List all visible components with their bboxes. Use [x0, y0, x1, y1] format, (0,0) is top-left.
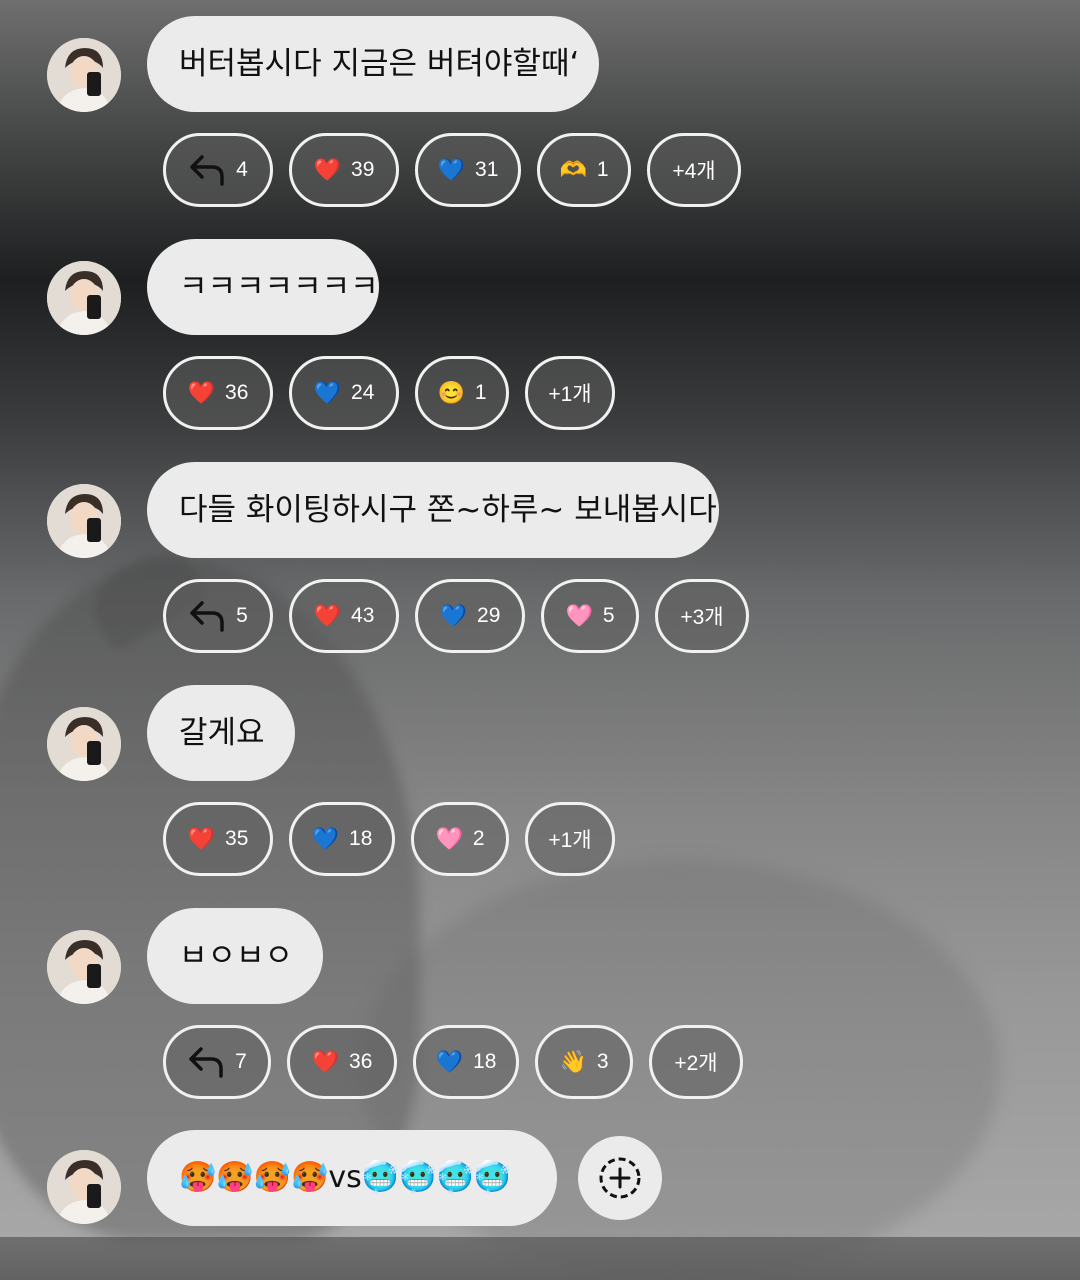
more-reactions-label: +4개 [672, 160, 716, 183]
reply-arrow-icon [189, 1047, 223, 1078]
message-bubble[interactable]: 갈게요 [147, 685, 295, 781]
reply-count: 7 [235, 1050, 247, 1073]
add-reaction-button[interactable] [578, 1136, 662, 1220]
more-reactions-chip[interactable]: +1개 [525, 802, 615, 876]
avatar[interactable] [47, 707, 121, 781]
message-bubble[interactable]: ㅂㅇㅂㅇ [147, 908, 323, 1004]
blue-heart-icon: 💙 [437, 157, 466, 182]
red-heart-icon: ❤️ [187, 826, 216, 851]
red-heart-icon: ❤️ [313, 603, 342, 628]
reaction-chip[interactable]: 🩷 5 [541, 579, 639, 653]
blue-heart-icon: 💙 [311, 826, 340, 851]
reaction-chip[interactable]: ❤️ 36 [163, 356, 273, 430]
reply-count-chip[interactable]: 7 [163, 1025, 271, 1099]
reply-arrow-icon [190, 601, 224, 632]
reply-count: 5 [236, 604, 248, 627]
reaction-chip[interactable]: 💙 31 [415, 133, 521, 207]
avatar[interactable] [47, 930, 121, 1004]
reaction-chip[interactable]: 😊 1 [415, 356, 509, 430]
reaction-count: 31 [475, 158, 499, 181]
more-reactions-label: +1개 [548, 383, 592, 406]
message-bubble[interactable]: 🥵🥵🥵🥵vs🥶🥶🥶🥶 [147, 1130, 557, 1226]
reply-count-chip[interactable]: 4 [163, 133, 273, 207]
avatar[interactable] [47, 1150, 121, 1224]
more-reactions-label: +1개 [548, 829, 592, 852]
reaction-chip[interactable]: ❤️ 35 [163, 802, 273, 876]
pink-heart-icon: 🩷 [565, 603, 593, 628]
reaction-count: 1 [474, 381, 487, 404]
reaction-count: 24 [351, 381, 375, 404]
reaction-chip[interactable]: 💙 29 [415, 579, 525, 653]
reaction-count: 29 [477, 604, 501, 627]
reaction-count: 18 [349, 827, 373, 850]
add-reaction-icon [599, 1157, 641, 1199]
more-reactions-chip[interactable]: +2개 [649, 1025, 743, 1099]
message-bubble[interactable]: 다들 화이팅하시구 쫀~하루~ 보내봅시다 [147, 462, 719, 558]
reaction-chip[interactable]: 🫶 1 [537, 133, 631, 207]
red-heart-icon: ❤️ [187, 380, 216, 405]
reaction-count: 3 [596, 1050, 609, 1073]
more-reactions-chip[interactable]: +1개 [525, 356, 615, 430]
blue-heart-icon: 💙 [435, 1049, 464, 1074]
reaction-count: 5 [602, 604, 615, 627]
reaction-count: 39 [351, 158, 375, 181]
reaction-count: 43 [351, 604, 375, 627]
reply-count: 4 [236, 158, 248, 181]
red-heart-icon: ❤️ [313, 157, 342, 182]
reaction-count: 2 [472, 827, 485, 850]
pink-heart-icon: 🩷 [435, 826, 463, 851]
avatar[interactable] [47, 261, 121, 335]
reaction-count: 18 [473, 1050, 497, 1073]
blue-heart-icon: 💙 [439, 603, 468, 628]
heart-hands-icon: 🫶 [559, 157, 587, 182]
reaction-count: 1 [596, 158, 609, 181]
message-bubble[interactable]: 버터봅시다 지금은 버텨야할때‘ [147, 16, 599, 112]
avatar[interactable] [47, 38, 121, 112]
reaction-count: 36 [349, 1050, 373, 1073]
more-reactions-label: +2개 [674, 1052, 718, 1075]
reaction-chip[interactable]: 🩷 2 [411, 802, 509, 876]
waving-hand-icon: 👋 [559, 1049, 587, 1074]
reaction-chip[interactable]: 👋 3 [535, 1025, 633, 1099]
message-bubble[interactable]: ㅋㅋㅋㅋㅋㅋㅋ [147, 239, 379, 335]
more-reactions-chip[interactable]: +3개 [655, 579, 749, 653]
blue-heart-icon: 💙 [313, 380, 342, 405]
avatar[interactable] [47, 484, 121, 558]
reaction-chip[interactable]: 💙 18 [289, 802, 395, 876]
reaction-chip[interactable]: ❤️ 39 [289, 133, 399, 207]
reaction-chip[interactable]: ❤️ 43 [289, 579, 399, 653]
reaction-chip[interactable]: 💙 18 [413, 1025, 519, 1099]
smiling-face-icon: 😊 [437, 380, 465, 405]
reply-arrow-icon [190, 155, 224, 186]
reply-count-chip[interactable]: 5 [163, 579, 273, 653]
red-heart-icon: ❤️ [311, 1049, 340, 1074]
more-reactions-chip[interactable]: +4개 [647, 133, 741, 207]
reaction-chip[interactable]: ❤️ 36 [287, 1025, 397, 1099]
reaction-count: 36 [225, 381, 249, 404]
more-reactions-label: +3개 [680, 606, 724, 629]
reaction-chip[interactable]: 💙 24 [289, 356, 399, 430]
reaction-count: 35 [225, 827, 249, 850]
